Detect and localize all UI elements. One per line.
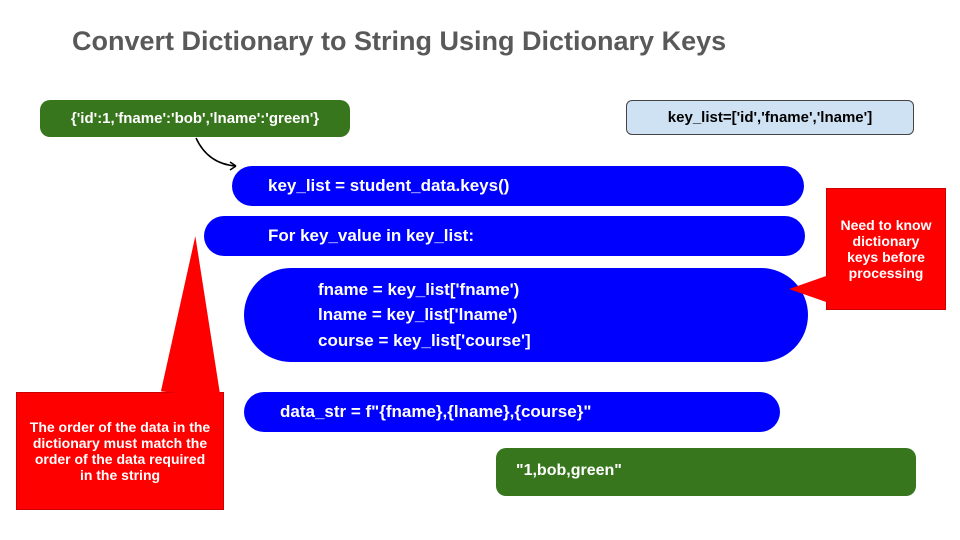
callout-keys: Need to know dictionary keys before proc…: [826, 188, 946, 310]
key-list-definition-box: key_list=['id','fname','lname']: [626, 100, 914, 135]
callout-text: The order of the data in the dictionary …: [27, 419, 213, 483]
code-line-for: For key_value in key_list:: [204, 216, 805, 256]
input-dict-box: {'id':1,'fname':'bob','lname':'green'}: [40, 100, 350, 137]
callout-text: Need to know dictionary keys before proc…: [837, 217, 935, 281]
code-text: data_str = f"{fname},{lname},{course}": [280, 402, 591, 422]
code-line-keys: key_list = student_data.keys(): [232, 166, 804, 206]
code-text: For key_value in key_list:: [268, 226, 474, 246]
code-line-fstring: data_str = f"{fname},{lname},{course}": [244, 392, 780, 432]
code-line-assigns: fname = key_list['fname') lname = key_li…: [244, 268, 808, 362]
output-string-box: "1,bob,green": [496, 448, 916, 496]
code-text: key_list = student_data.keys(): [268, 176, 509, 196]
page-title: Convert Dictionary to String Using Dicti…: [72, 26, 726, 57]
code-text: fname = key_list['fname'): [318, 277, 531, 303]
code-text: course = key_list['course']: [318, 328, 531, 354]
code-text: lname = key_list['lname'): [318, 302, 531, 328]
callout-order: The order of the data in the dictionary …: [16, 392, 224, 510]
